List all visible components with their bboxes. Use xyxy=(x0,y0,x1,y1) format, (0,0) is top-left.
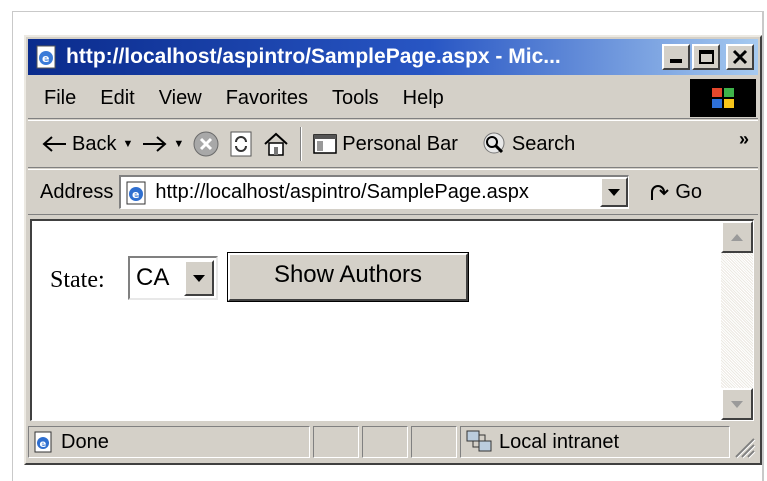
svg-text:e: e xyxy=(42,52,49,65)
standard-toolbar: Back ▼ ▼ Personal Bar Search » xyxy=(28,120,758,168)
ie-page-icon: e xyxy=(36,45,56,69)
chevron-down-icon xyxy=(193,274,205,282)
menu-help[interactable]: Help xyxy=(391,77,456,119)
stop-icon xyxy=(193,131,219,157)
forward-arrow-icon xyxy=(143,136,167,152)
go-button[interactable]: Go xyxy=(647,180,702,204)
chevron-down-icon xyxy=(608,188,621,196)
close-button[interactable] xyxy=(726,44,754,70)
minimize-icon xyxy=(670,59,682,63)
refresh-button[interactable] xyxy=(224,124,258,164)
security-zone-pane[interactable]: Local intranet xyxy=(460,426,730,458)
ie-page-icon: e xyxy=(34,431,52,453)
home-button[interactable] xyxy=(258,124,294,164)
menu-favorites[interactable]: Favorites xyxy=(214,77,320,119)
browser-window: e http://localhost/aspintro/SamplePage.a… xyxy=(24,35,762,465)
svg-text:e: e xyxy=(132,188,139,201)
zone-text: Local intranet xyxy=(499,430,620,453)
back-label: Back xyxy=(72,132,117,155)
personal-bar-label: Personal Bar xyxy=(342,132,458,155)
menu-file[interactable]: File xyxy=(28,77,88,119)
address-url: http://localhost/aspintro/SamplePage.asp… xyxy=(155,181,529,203)
address-bar: Address e http://localhost/aspintro/Samp… xyxy=(28,169,758,215)
scroll-up-button[interactable] xyxy=(721,221,753,253)
status-pane-empty xyxy=(313,426,359,458)
state-select-value: CA xyxy=(136,264,170,291)
address-label: Address xyxy=(40,180,114,203)
maximize-icon xyxy=(698,50,714,64)
resize-grip-icon[interactable] xyxy=(730,433,756,459)
back-arrow-icon xyxy=(42,136,66,152)
scroll-down-button[interactable] xyxy=(721,388,753,420)
address-dropdown-button[interactable] xyxy=(600,177,629,207)
search-icon xyxy=(483,132,505,154)
go-arrow-icon xyxy=(651,185,670,200)
svg-text:e: e xyxy=(40,439,47,450)
window-title: http://localhost/aspintro/SamplePage.asp… xyxy=(66,45,561,68)
go-label: Go xyxy=(675,180,703,203)
state-dropdown-button[interactable] xyxy=(184,260,214,296)
status-bar: e Done Local intranet xyxy=(28,423,758,461)
forward-dropdown-icon[interactable]: ▼ xyxy=(173,138,184,150)
windows-logo xyxy=(690,79,756,117)
arrow-down-icon xyxy=(731,400,743,408)
vertical-scrollbar[interactable] xyxy=(721,221,753,420)
menu-view[interactable]: View xyxy=(147,77,214,119)
menu-bar: File Edit View Favorites Tools Help xyxy=(28,77,758,119)
menu-tools[interactable]: Tools xyxy=(320,77,391,119)
home-icon xyxy=(264,132,288,156)
status-text: Done xyxy=(61,430,109,453)
back-dropdown-icon[interactable]: ▼ xyxy=(122,138,133,150)
toolbar-separator xyxy=(300,127,303,161)
status-pane-empty xyxy=(362,426,408,458)
search-label: Search xyxy=(511,132,576,155)
search-button[interactable]: Search xyxy=(476,124,579,164)
close-icon xyxy=(732,49,748,65)
arrow-up-icon xyxy=(731,233,743,241)
show-authors-button[interactable]: Show Authors xyxy=(228,253,468,301)
menu-edit[interactable]: Edit xyxy=(88,77,146,119)
toolbar-overflow-icon[interactable]: » xyxy=(739,129,749,150)
personal-bar-button[interactable]: Personal Bar xyxy=(308,124,462,164)
intranet-zone-icon xyxy=(466,430,492,452)
back-button[interactable]: Back xyxy=(38,124,120,164)
minimize-button[interactable] xyxy=(662,44,690,70)
status-pane-empty xyxy=(411,426,457,458)
maximize-button[interactable] xyxy=(692,44,720,70)
state-select[interactable]: CA xyxy=(128,256,218,300)
status-pane: e Done xyxy=(28,426,310,458)
refresh-icon xyxy=(230,131,252,157)
page-content: State: CA Show Authors xyxy=(30,219,754,421)
ie-page-icon: e xyxy=(126,181,146,204)
title-bar[interactable]: e http://localhost/aspintro/SamplePage.a… xyxy=(28,39,758,75)
personal-bar-icon xyxy=(313,134,337,154)
windows-flag-icon xyxy=(712,88,734,108)
address-input[interactable]: e http://localhost/aspintro/SamplePage.a… xyxy=(119,175,630,209)
forward-button[interactable] xyxy=(137,124,171,164)
stop-button[interactable] xyxy=(188,124,224,164)
state-label: State: xyxy=(50,267,105,293)
